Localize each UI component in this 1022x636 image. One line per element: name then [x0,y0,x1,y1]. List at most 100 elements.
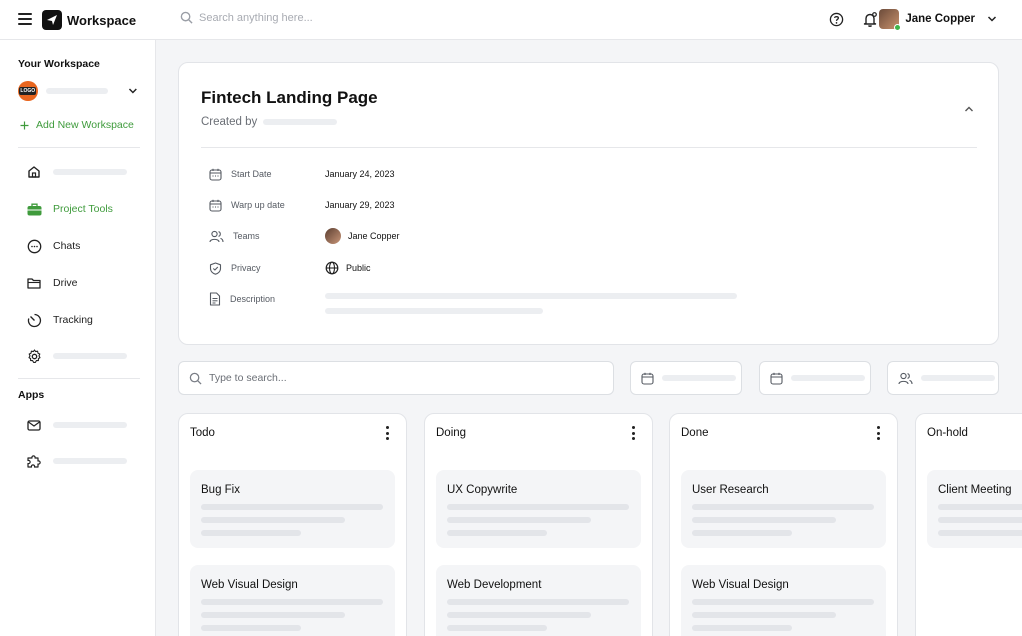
task-placeholder [938,517,1022,523]
project-details-card: Fintech Landing Page Created by Start Da… [178,62,999,345]
task-title: Web Development [447,579,542,591]
sidebar-item-plugins[interactable] [26,452,127,470]
task-placeholder [201,517,345,523]
task-title: Bug Fix [201,484,240,496]
detail-label: Teams [233,231,260,241]
creator-placeholder [263,119,338,125]
global-search-placeholder: Search anything here... [199,11,313,24]
task-placeholder [447,504,629,510]
search-icon [180,11,193,24]
filter-placeholder [662,375,736,381]
workspace-name-placeholder [45,88,109,94]
detail-value: Public [346,263,371,273]
task-card[interactable]: Client Meeting [927,470,1022,548]
user-name: Jane Copper [905,13,975,25]
start-date-filter[interactable] [630,361,742,395]
task-card[interactable]: UX Copywrite [436,470,641,548]
chat-icon [26,238,42,254]
calendar-icon [209,168,222,181]
calendar-icon [641,372,654,385]
shield-icon [209,261,222,275]
task-card[interactable]: Web Visual Design [681,565,886,636]
document-icon [209,292,221,306]
sidebar-item-home[interactable] [26,163,127,181]
task-placeholder [447,612,591,618]
sidebar-item-project-tools[interactable]: Project Tools [26,200,113,218]
users-icon [209,230,224,242]
divider [18,147,140,148]
sidebar-item-chats[interactable]: Chats [26,237,80,255]
task-placeholder [201,599,383,605]
task-title: User Research [692,484,769,496]
workspace-logo-text: LOGO [19,87,37,95]
sidebar-item-tracking[interactable]: Tracking [26,311,93,329]
more-vertical-icon[interactable] [630,426,636,440]
sidebar-item-label: Drive [53,277,78,289]
more-vertical-icon[interactable] [384,426,390,440]
created-by: Created by [201,116,338,128]
sidebar-item-drive[interactable]: Drive [26,274,78,292]
add-workspace-button[interactable]: Add New Workspace [20,119,134,131]
puzzle-icon [26,453,42,469]
divider [18,378,140,379]
task-title: Web Visual Design [201,579,298,591]
more-vertical-icon[interactable] [875,426,881,440]
sidebar-item-label: Tracking [53,314,93,326]
sidebar-item-mail[interactable] [26,416,127,434]
team-filter[interactable] [887,361,999,395]
detail-value: January 24, 2023 [325,169,395,179]
description-placeholder [325,308,543,314]
task-card[interactable]: Web Visual Design [190,565,395,636]
column-title: On-hold [927,427,968,439]
end-date-filter[interactable] [759,361,871,395]
logo-mark-icon [42,10,62,30]
menu-icon[interactable] [18,13,32,25]
sidebar: Your Workspace LOGO Add New Workspace Pr… [0,40,156,636]
workspace-heading: Your Workspace [18,58,100,70]
task-title: UX Copywrite [447,484,518,496]
detail-label: Start Date [231,169,272,179]
filter-placeholder [921,375,995,381]
team-member-avatar [325,228,341,244]
sidebar-item-settings[interactable] [26,347,127,365]
sidebar-item-placeholder [53,458,127,464]
help-icon[interactable] [829,12,844,32]
user-menu[interactable]: Jane Copper [879,9,997,31]
detail-label: Warp up date [231,200,285,210]
task-placeholder [201,625,301,631]
task-placeholder [692,599,874,605]
chevron-down-icon [987,16,997,22]
workspace-selector[interactable]: LOGO [18,81,138,101]
column-title: Done [681,427,709,439]
description-placeholder [325,293,737,299]
task-placeholder [447,599,629,605]
task-search-placeholder: Type to search... [209,372,287,384]
users-icon [898,372,913,384]
global-search[interactable]: Search anything here... [180,11,313,24]
board-column-done: Done User Research Web Visual Design [669,413,898,636]
detail-warp-up-date: Warp up date January 29, 2023 [209,197,395,213]
board-column-todo: Todo Bug Fix Web Visual Design [178,413,407,636]
column-title: Doing [436,427,467,439]
task-card[interactable]: Web Development [436,565,641,636]
mail-icon [26,417,42,433]
folder-icon [26,275,42,291]
divider [201,147,977,148]
task-placeholder [692,625,792,631]
detail-teams: Teams Jane Copper [209,228,400,244]
globe-icon [325,261,339,275]
detail-value: January 29, 2023 [325,200,395,210]
task-title: Web Visual Design [692,579,789,591]
task-placeholder [692,612,836,618]
task-placeholder [692,504,874,510]
app-logo[interactable]: Workspace [42,10,136,30]
detail-start-date: Start Date January 24, 2023 [209,166,395,182]
task-card[interactable]: User Research [681,470,886,548]
board-column-doing: Doing UX Copywrite Web Development [424,413,653,636]
task-card[interactable]: Bug Fix [190,470,395,548]
task-search-input[interactable]: Type to search... [178,361,614,395]
collapse-button[interactable] [964,101,974,119]
chevron-down-icon [129,88,138,94]
notification-bell-icon[interactable] [862,11,878,33]
avatar [879,9,902,31]
